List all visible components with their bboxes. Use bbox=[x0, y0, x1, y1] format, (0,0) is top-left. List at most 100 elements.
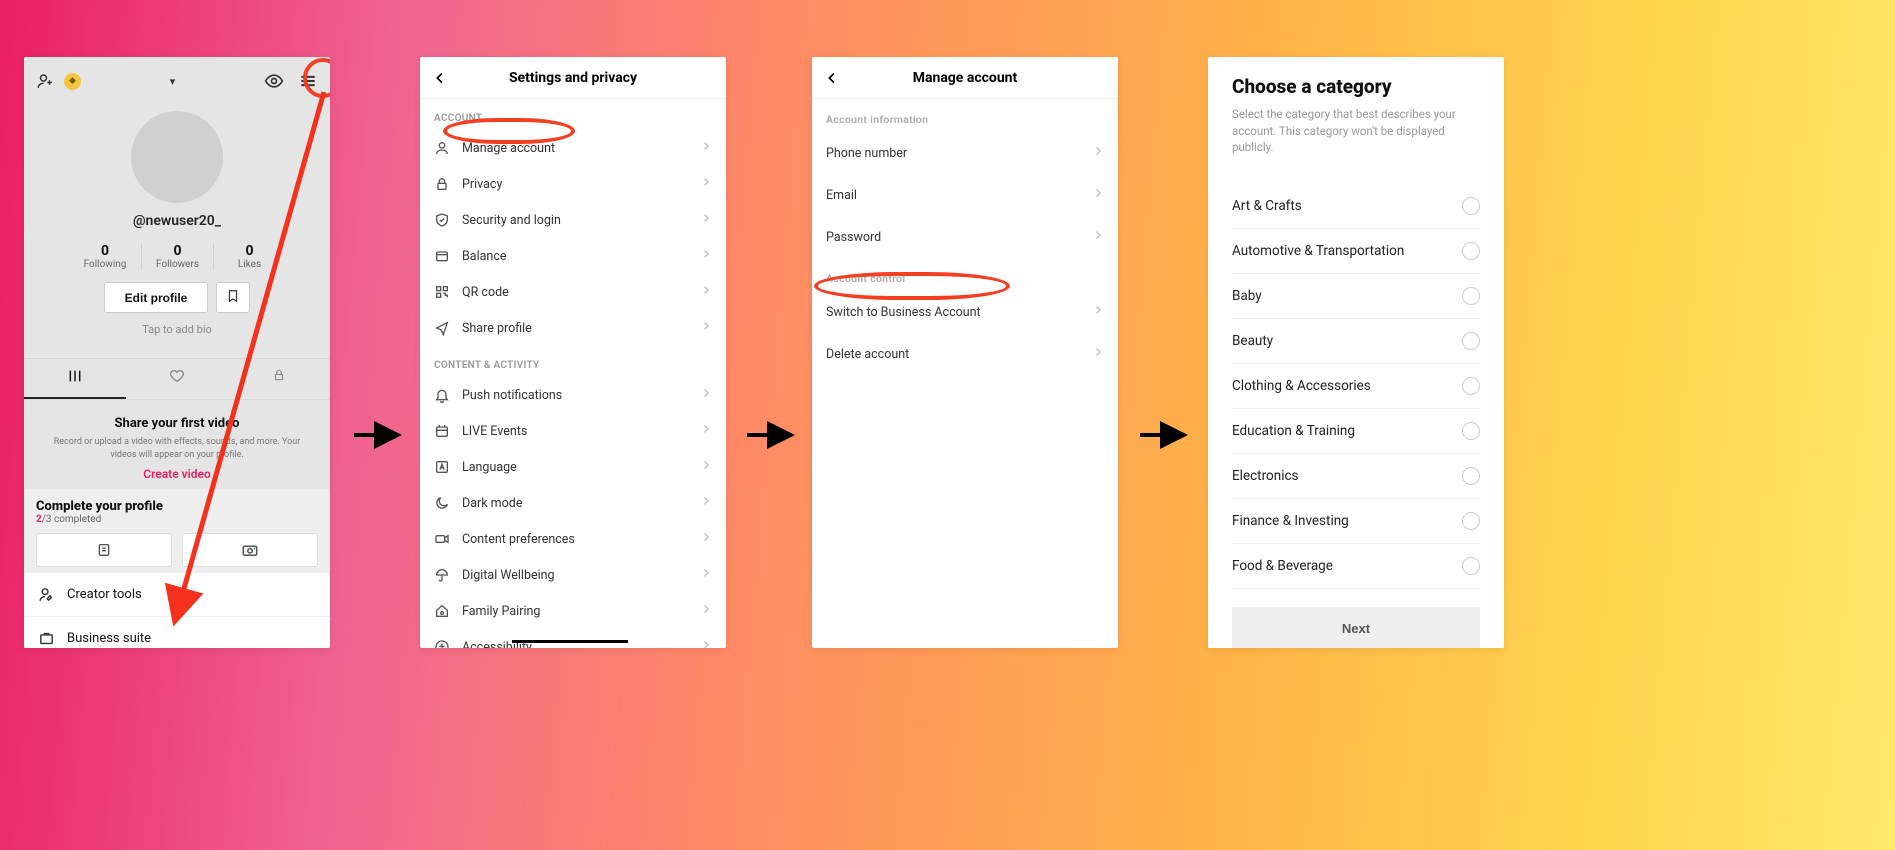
setting-row-live-events[interactable]: LIVE Events bbox=[420, 413, 726, 449]
tab-liked[interactable] bbox=[126, 359, 228, 399]
setting-row-security[interactable]: Security and login bbox=[420, 202, 726, 238]
setting-label: Privacy bbox=[462, 177, 688, 192]
chevron-right-icon bbox=[1092, 304, 1104, 320]
following-stat[interactable]: 0Following bbox=[69, 243, 141, 270]
profile-top-bar: ◆ ▾ bbox=[24, 57, 330, 105]
setting-row-accessibility[interactable]: Accessibility bbox=[420, 629, 726, 648]
chevron-right-icon bbox=[700, 212, 712, 228]
share-title: Share your first video bbox=[42, 416, 312, 431]
flow-arrow-1 bbox=[350, 418, 406, 452]
category-label: Baby bbox=[1232, 288, 1262, 304]
sheet-creator-tools[interactable]: Creator tools bbox=[24, 573, 330, 617]
manage-row-phone-number[interactable]: Phone number bbox=[812, 132, 1118, 174]
category-label: Electronics bbox=[1232, 468, 1299, 484]
setting-row-balance[interactable]: Balance bbox=[420, 238, 726, 274]
accessibility-icon bbox=[434, 639, 450, 648]
setting-label: LIVE Events bbox=[462, 424, 688, 439]
setting-row-dark-mode[interactable]: Dark mode bbox=[420, 485, 726, 521]
setting-row-privacy[interactable]: Privacy bbox=[420, 166, 726, 202]
radio-icon bbox=[1462, 242, 1480, 260]
lock-icon bbox=[434, 176, 450, 192]
radio-icon bbox=[1462, 287, 1480, 305]
flow-arrow-3 bbox=[1136, 418, 1192, 452]
setting-label: Dark mode bbox=[462, 496, 688, 511]
sheet-business-suite[interactable]: Business suite bbox=[24, 617, 330, 648]
manage-label: Delete account bbox=[826, 347, 1092, 362]
radio-icon bbox=[1462, 557, 1480, 575]
category-label: Finance & Investing bbox=[1232, 513, 1349, 529]
highlight-switch-business bbox=[814, 272, 1010, 300]
eye-icon[interactable] bbox=[264, 71, 284, 91]
chevron-right-icon bbox=[700, 140, 712, 156]
setting-label: Content preferences bbox=[462, 532, 688, 547]
add-user-icon[interactable] bbox=[36, 72, 54, 90]
complete-card-2[interactable] bbox=[182, 533, 318, 567]
category-row[interactable]: Finance & Investing bbox=[1232, 499, 1480, 544]
setting-label: Balance bbox=[462, 249, 688, 264]
coin-icon[interactable]: ◆ bbox=[64, 73, 81, 90]
chevron-right-icon bbox=[700, 567, 712, 583]
edit-profile-button[interactable]: Edit profile bbox=[104, 282, 209, 313]
chevron-right-icon bbox=[700, 176, 712, 192]
likes-stat[interactable]: 0Likes bbox=[213, 243, 285, 270]
sheet-item-label: Creator tools bbox=[67, 587, 142, 602]
setting-row-share-profile[interactable]: Share profile bbox=[420, 310, 726, 346]
choose-category-screen: Choose a category Select the category th… bbox=[1208, 57, 1504, 648]
wallet-icon bbox=[434, 248, 450, 264]
category-label: Clothing & Accessories bbox=[1232, 378, 1371, 394]
profile-stats: 0Following 0Followers 0Likes bbox=[24, 243, 330, 270]
category-row[interactable]: Baby bbox=[1232, 274, 1480, 319]
manage-label: Switch to Business Account bbox=[826, 305, 1092, 320]
page-title: Choose a category bbox=[1232, 75, 1480, 98]
manage-row-email[interactable]: Email bbox=[812, 174, 1118, 216]
followers-stat[interactable]: 0Followers bbox=[141, 243, 213, 270]
setting-row-push-notifications[interactable]: Push notifications bbox=[420, 377, 726, 413]
back-button[interactable] bbox=[432, 70, 448, 86]
next-button[interactable]: Next bbox=[1232, 607, 1480, 648]
category-label: Automotive & Transportation bbox=[1232, 243, 1404, 259]
home-icon bbox=[434, 603, 450, 619]
category-row[interactable]: Electronics bbox=[1232, 454, 1480, 499]
category-list: Art & Crafts Automotive & Transportation B… bbox=[1232, 184, 1480, 589]
setting-row-family-pairing[interactable]: Family Pairing bbox=[420, 593, 726, 629]
setting-label: Language bbox=[462, 460, 688, 475]
avatar[interactable] bbox=[131, 111, 223, 203]
chevron-right-icon bbox=[700, 495, 712, 511]
back-button[interactable] bbox=[824, 70, 840, 86]
tab-grid[interactable] bbox=[24, 359, 126, 399]
manage-label: Password bbox=[826, 230, 1092, 245]
chevron-right-icon bbox=[1092, 145, 1104, 161]
share-first-video: Share your first video Record or upload … bbox=[24, 400, 330, 489]
category-row[interactable]: Automotive & Transportation bbox=[1232, 229, 1480, 274]
setting-row-content-preferences[interactable]: Content preferences bbox=[420, 521, 726, 557]
complete-card-1[interactable] bbox=[36, 533, 172, 567]
setting-label: Push notifications bbox=[462, 388, 688, 403]
category-row[interactable]: Food & Beverage bbox=[1232, 544, 1480, 589]
setting-label: Share profile bbox=[462, 321, 688, 336]
chevron-right-icon bbox=[700, 639, 712, 648]
setting-row-digital-wellbeing[interactable]: Digital Wellbeing bbox=[420, 557, 726, 593]
setting-row-qr-code[interactable]: QR code bbox=[420, 274, 726, 310]
category-row[interactable]: Beauty bbox=[1232, 319, 1480, 364]
profile-screen: ◆ ▾ @newuser20_ 0Following 0Followers 0L… bbox=[24, 57, 330, 648]
bookmark-button[interactable] bbox=[216, 282, 250, 313]
nav-header: Settings and privacy bbox=[420, 57, 726, 99]
manage-label: Phone number bbox=[826, 146, 1092, 161]
account-switcher[interactable]: ▾ bbox=[170, 75, 176, 88]
category-row[interactable]: Art & Crafts bbox=[1232, 184, 1480, 229]
shield-icon bbox=[434, 212, 450, 228]
chevron-right-icon bbox=[1092, 187, 1104, 203]
username: @newuser20_ bbox=[24, 213, 330, 229]
category-row[interactable]: Education & Training bbox=[1232, 409, 1480, 454]
profile-tabs bbox=[24, 358, 330, 400]
category-row[interactable]: Clothing & Accessories bbox=[1232, 364, 1480, 409]
setting-label: Security and login bbox=[462, 213, 688, 228]
tap-to-add-bio[interactable]: Tap to add bio bbox=[24, 323, 330, 336]
setting-row-language[interactable]: Language bbox=[420, 449, 726, 485]
tab-private[interactable] bbox=[228, 359, 330, 399]
create-video-link[interactable]: Create video bbox=[42, 467, 312, 481]
manage-row-password[interactable]: Password bbox=[812, 216, 1118, 258]
manage-row-delete-account[interactable]: Delete account bbox=[812, 333, 1118, 375]
chevron-right-icon bbox=[700, 459, 712, 475]
radio-icon bbox=[1462, 332, 1480, 350]
